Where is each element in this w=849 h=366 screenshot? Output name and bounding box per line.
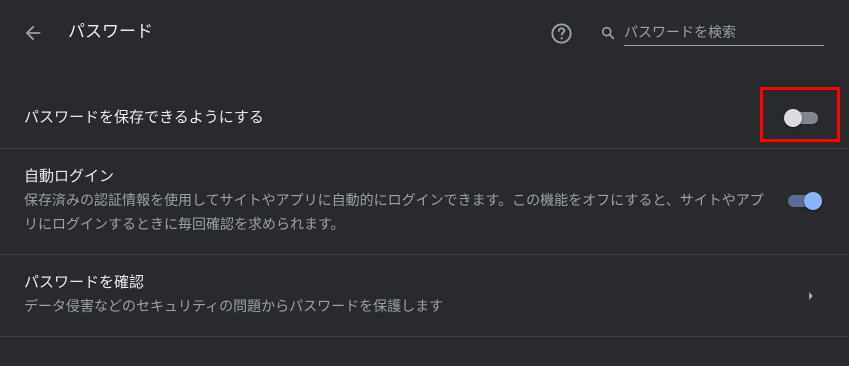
help-button[interactable]: [550, 22, 573, 45]
highlight-box: [760, 87, 840, 142]
divider: [0, 336, 849, 337]
back-button[interactable]: [22, 22, 44, 44]
password-settings-page: パスワード パスワードを保存できるようにする 自動ログイン 保存済みの認証情報を…: [0, 0, 849, 366]
arrow-left-icon: [25, 25, 41, 41]
divider: [0, 254, 849, 255]
search-input[interactable]: [624, 20, 824, 46]
auto-signin-label: 自動ログイン: [24, 167, 115, 185]
search-icon: [601, 26, 615, 40]
help-circle-icon: [551, 23, 572, 44]
header: パスワード: [0, 0, 849, 66]
page-title: パスワード: [68, 22, 153, 42]
divider: [0, 148, 849, 149]
chevron-right-icon: [809, 292, 813, 300]
toggle-knob: [804, 192, 822, 210]
auto-signin-toggle[interactable]: [786, 191, 822, 211]
offer-to-save-label: パスワードを保存できるようにする: [24, 108, 264, 126]
check-passwords-description: データ侵害などのセキュリティの問題からパスワードを保護します: [24, 299, 444, 315]
check-passwords-button[interactable]: [803, 288, 819, 304]
auto-signin-description: 保存済みの認証情報を使用してサイトやアプリに自動的にログインできます。この機能を…: [24, 193, 764, 233]
check-passwords-label: パスワードを確認: [24, 273, 145, 291]
